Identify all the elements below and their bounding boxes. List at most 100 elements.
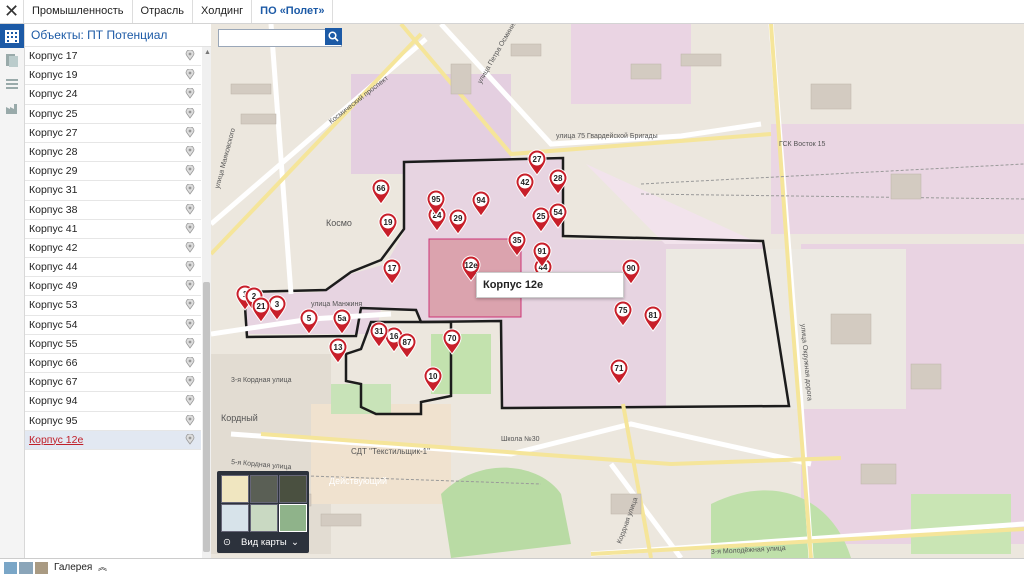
list-item-label: Корпус 19 — [29, 69, 78, 82]
pin-icon[interactable] — [185, 69, 195, 80]
layers-icon: ⊙ — [223, 537, 231, 548]
list-item[interactable]: Корпус 27 — [25, 124, 201, 143]
pin-icon[interactable] — [185, 88, 195, 100]
list-item[interactable]: Корпус 24 — [25, 85, 201, 105]
list-item[interactable]: Корпус 54 — [25, 316, 201, 335]
list-item-label: Корпус 53 — [29, 299, 78, 312]
list-item[interactable]: Корпус 49 — [25, 277, 201, 297]
documents-icon[interactable] — [0, 48, 24, 72]
scrollbar-thumb[interactable] — [203, 282, 210, 552]
pin-icon[interactable] — [185, 241, 195, 253]
marker-label: 17 — [388, 264, 397, 273]
marker-label: 31 — [375, 327, 384, 336]
pin-icon[interactable] — [185, 357, 195, 368]
list-item[interactable]: Корпус 55 — [25, 335, 201, 354]
marker-label: 27 — [533, 155, 542, 164]
pin-icon[interactable] — [185, 126, 195, 138]
factory-icon[interactable] — [0, 96, 24, 120]
list-item[interactable]: Корпус 29 — [25, 162, 201, 182]
buildings-icon[interactable] — [0, 24, 24, 48]
list-item[interactable]: Корпус 44 — [25, 258, 201, 278]
gallery-thumbnails[interactable] — [4, 562, 48, 574]
pin-icon[interactable] — [185, 414, 195, 426]
list-item-label: Корпус 44 — [29, 261, 78, 274]
pin-icon[interactable] — [185, 203, 195, 215]
search-icon[interactable] — [325, 28, 342, 45]
list-item[interactable]: Корпус 95 — [25, 412, 201, 431]
map-view-toggle[interactable]: ⊙ Вид карты ⌄ — [217, 533, 309, 553]
list-item-label: Корпус 94 — [29, 395, 78, 408]
list-item[interactable]: Корпус 53 — [25, 296, 201, 316]
marker-label: 19 — [384, 218, 393, 227]
pin-icon[interactable] — [185, 261, 195, 272]
marker-label: 21 — [257, 302, 266, 311]
list-item-label: Корпус 27 — [29, 126, 78, 139]
list-item[interactable]: Корпус 25 — [25, 105, 201, 124]
search-input[interactable] — [218, 29, 342, 47]
expand-icon[interactable]: ︽ — [98, 560, 107, 573]
list-item[interactable]: Корпус 66 — [25, 354, 201, 374]
list-icon[interactable] — [0, 72, 24, 96]
list-item-label: Корпус 24 — [29, 88, 78, 101]
crumb-industry[interactable]: Промышленность — [24, 0, 133, 23]
street-manzhinya: улица Манжиня — [311, 301, 362, 308]
marker-label: 70 — [448, 334, 457, 343]
layer-switcher: ⊙ Вид карты ⌄ — [217, 471, 309, 553]
list-item[interactable]: Корпус 42 — [25, 239, 201, 259]
list-item-label: Корпус 49 — [29, 280, 78, 293]
pin-icon[interactable] — [185, 222, 195, 234]
pin-icon[interactable] — [185, 299, 195, 311]
layer-osm-thumb[interactable] — [279, 504, 307, 532]
list-item-label: Корпус 38 — [29, 203, 78, 216]
left-rail — [0, 24, 25, 558]
list-item[interactable]: Корпус 67 — [25, 373, 201, 393]
pin-icon[interactable] — [185, 280, 195, 291]
list-item[interactable]: Корпус 94 — [25, 392, 201, 412]
pin-icon[interactable] — [185, 318, 195, 330]
marker-label: 90 — [627, 264, 636, 273]
active-label: Действующий — [329, 476, 387, 486]
pin-icon[interactable] — [185, 395, 195, 407]
marker-label: 35 — [513, 236, 522, 245]
objects-list: Корпус 17 Корпус 19 Корпус 24 Корпус 25 Корп… — [25, 47, 201, 451]
pin-icon[interactable] — [185, 107, 195, 119]
map-view[interactable]: Космический проспект улица 75 Гвардейско… — [211, 24, 1024, 558]
close-icon[interactable]: ✕ — [0, 0, 24, 23]
marker-label: 75 — [619, 306, 628, 315]
list-item[interactable]: Корпус 19 — [25, 66, 201, 86]
marker-label: 81 — [649, 311, 658, 320]
district-kordnyy: Кордный — [221, 413, 258, 423]
map-view-label: Вид карты — [241, 537, 287, 548]
layer-hybrid-thumb[interactable] — [279, 475, 307, 503]
list-item[interactable]: Корпус 38 — [25, 201, 201, 220]
marker-label: 28 — [554, 174, 563, 183]
layer-scheme-thumb[interactable] — [221, 475, 249, 503]
crumb-branch[interactable]: Отрасль — [133, 0, 193, 23]
layer-public-thumb[interactable] — [250, 504, 278, 532]
layer-traffic-thumb[interactable] — [221, 504, 249, 532]
list-item-label: Корпус 25 — [29, 107, 78, 120]
list-item[interactable]: Корпус 28 — [25, 143, 201, 163]
pin-icon[interactable] — [185, 165, 195, 176]
list-item[interactable]: Корпус 31 — [25, 181, 201, 201]
kosmo-label: Космо — [326, 218, 352, 228]
scroll-up-icon[interactable]: ▲ — [204, 49, 211, 56]
layer-satellite-thumb[interactable] — [250, 475, 278, 503]
gallery-label[interactable]: Галерея — [54, 560, 92, 576]
list-item[interactable]: Корпус 41 — [25, 220, 201, 239]
scrollbar[interactable]: ▲ — [202, 47, 211, 558]
crumb-company[interactable]: ПО «Полет» — [252, 0, 334, 23]
pin-icon[interactable] — [185, 337, 195, 349]
list-item-label: Корпус 66 — [29, 357, 78, 369]
crumb-holding[interactable]: Холдинг — [193, 0, 253, 23]
pin-icon[interactable] — [185, 50, 195, 61]
list-item[interactable]: Корпус 12е — [25, 430, 201, 450]
list-item[interactable]: Корпус 17 — [25, 47, 201, 67]
list-item-label: Корпус 67 — [29, 376, 78, 389]
pin-icon[interactable] — [185, 184, 195, 195]
pin-icon[interactable] — [185, 433, 195, 445]
pin-icon[interactable] — [185, 145, 195, 157]
marker-label: 66 — [377, 184, 386, 193]
school-label: Школа №30 — [501, 436, 540, 443]
pin-icon[interactable] — [185, 376, 195, 387]
